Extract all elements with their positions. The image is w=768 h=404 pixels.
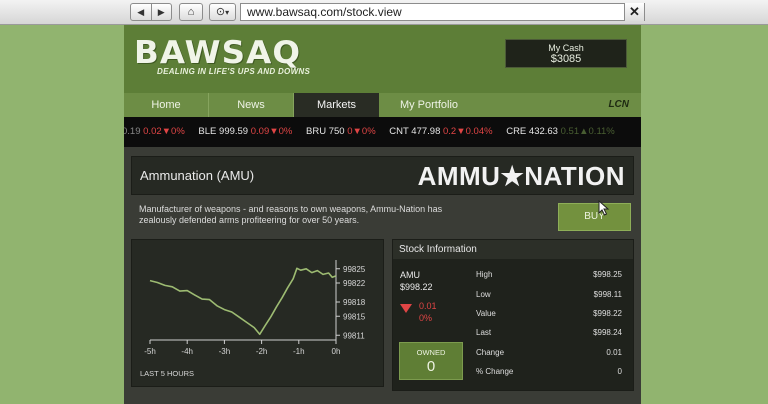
chart-x-label: LAST 5 HOURS <box>140 369 195 378</box>
buy-button[interactable]: BUY <box>558 203 631 231</box>
info-row-change: Change 0.01 <box>476 348 622 357</box>
y-tick-label: 99811 <box>343 331 365 340</box>
clock-icon: ⊙ <box>215 6 226 18</box>
x-tick-label: -3h <box>219 347 231 356</box>
stock-detail: Ammunation (AMU) AMMU★NATION Manufacture… <box>131 154 634 401</box>
y-tick-label: 99825 <box>343 265 366 274</box>
site-logo[interactable]: BAWSAQ <box>134 36 301 70</box>
price-line <box>149 267 337 336</box>
nav-markets[interactable]: Markets <box>294 93 379 117</box>
stock-title-bar: Ammunation (AMU) AMMU★NATION <box>131 156 634 195</box>
info-change-pct: 0% <box>419 313 433 323</box>
address-bar[interactable]: www.bawsaq.com/stock.view ✕ <box>240 3 645 21</box>
cash-label: My Cash <box>548 43 584 53</box>
chevron-down-icon: ▾ <box>225 8 230 17</box>
x-tick-label: -5h <box>144 347 156 356</box>
info-heading: Stock Information <box>393 240 633 259</box>
info-row-high: High $998.25 <box>476 270 622 279</box>
info-symbol: AMU $998.22 <box>400 270 433 292</box>
y-tick-label: 99818 <box>343 298 366 307</box>
history-nav: ◀ ▶ <box>130 3 172 21</box>
price-chart-svg: -5h -4h -3h -2h -1h 0h 99825 99822 99818 99815 998… <box>144 260 366 356</box>
x-tick-label: 0h <box>332 347 341 356</box>
info-row-pct-change: % Change 0 <box>476 367 622 376</box>
cash-display: My Cash $3085 <box>505 39 627 68</box>
owned-shares: OWNED 0 <box>399 342 463 380</box>
home-icon: ⌂ <box>187 6 195 18</box>
main-nav: Home News Markets My Portfolio LCN <box>124 93 641 117</box>
company-logo: AMMU★NATION <box>417 161 625 191</box>
back-button[interactable]: ◀ <box>131 4 151 20</box>
x-tick-label: -2h <box>256 347 268 356</box>
down-arrow-icon <box>400 304 412 313</box>
stock-ticker: 0.19 0.02▼0% BLE 999.59 0.09▼0% BRU 750 … <box>124 117 641 147</box>
forward-button[interactable]: ▶ <box>150 4 172 20</box>
nav-my-portfolio[interactable]: My Portfolio <box>379 93 479 117</box>
lcn-logo: LCN <box>608 99 629 110</box>
x-tick-label: -1h <box>293 347 305 356</box>
stock-description: Manufacturer of weapons - and reasons to… <box>139 204 443 225</box>
history-button[interactable]: ⊙▾ <box>209 3 236 21</box>
cash-value: $3085 <box>550 53 582 65</box>
ticker-item[interactable]: CNT 477.98 0.2▼0.04% <box>389 117 492 147</box>
ticker-item[interactable]: 0.19 0.02▼0% <box>124 117 185 147</box>
url-text: www.bawsaq.com/stock.view <box>247 5 402 19</box>
browser-toolbar: ◀ ▶ ⌂ ⊙▾ www.bawsaq.com/stock.view ✕ <box>0 0 768 25</box>
x-tick-label: -4h <box>181 347 193 356</box>
stock-information-panel: Stock Information AMU $998.22 0.01 0% OW… <box>392 239 634 391</box>
site-header: BAWSAQ DEALING IN LIFE'S UPS AND DOWNS M… <box>124 25 641 93</box>
ticker-item[interactable]: CRE 432.63 0.51▲0.11% <box>506 117 615 147</box>
nav-news[interactable]: News <box>209 93 294 117</box>
info-row-value: Value $998.22 <box>476 309 622 318</box>
nav-home[interactable]: Home <box>124 93 209 117</box>
info-price: $998.22 <box>400 282 433 292</box>
y-tick-label: 99815 <box>343 312 366 321</box>
bawsaq-site: BAWSAQ DEALING IN LIFE'S UPS AND DOWNS M… <box>124 25 641 404</box>
owned-label: OWNED <box>416 348 446 357</box>
ticker-item[interactable]: BRU 750 0▼0% <box>306 117 376 147</box>
home-button[interactable]: ⌂ <box>179 3 203 21</box>
site-tagline: DEALING IN LIFE'S UPS AND DOWNS <box>157 67 311 76</box>
owned-value: 0 <box>426 358 436 375</box>
info-row-last: Last $998.24 <box>476 328 622 337</box>
close-icon[interactable]: ✕ <box>624 3 644 21</box>
mouse-pointer-icon <box>598 200 610 216</box>
y-tick-label: 99822 <box>343 279 366 288</box>
ticker-item[interactable]: BLE 999.59 0.09▼0% <box>198 117 292 147</box>
stock-name: Ammunation (AMU) <box>140 168 255 183</box>
price-chart: -5h -4h -3h -2h -1h 0h 99825 99822 99818 99815 998… <box>131 239 384 387</box>
info-row-low: Low $998.11 <box>476 290 622 299</box>
info-change-value: 0.01 <box>419 301 437 311</box>
